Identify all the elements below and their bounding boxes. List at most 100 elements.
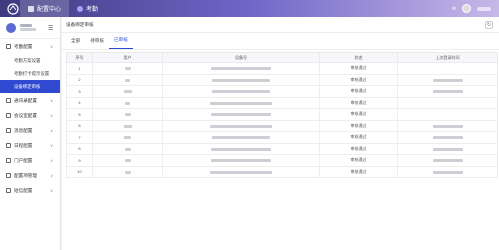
chevron-down-icon: ∨: [50, 113, 53, 118]
col-device: 设备号: [162, 52, 320, 63]
sidebar-item-label: 日程配置: [14, 142, 33, 148]
sidebar-item-label: 配置项管理: [14, 172, 37, 178]
row-device: [162, 165, 320, 178]
chevron-down-icon: ∨: [50, 173, 53, 178]
row-device: [162, 142, 320, 155]
menu-icon: [6, 188, 11, 193]
table-row[interactable]: 9 审核通过: [66, 154, 498, 167]
refresh-icon[interactable]: ↻: [485, 21, 493, 29]
sidebar-group[interactable]: 考勤配置 ∨: [0, 39, 60, 54]
top-right-tools: ✉: [452, 4, 491, 13]
sidebar-group[interactable]: 日程配置 ∨: [0, 138, 60, 153]
table-row[interactable]: 4 审核通过: [66, 96, 498, 109]
app-logo[interactable]: [6, 2, 20, 16]
sidebar-group[interactable]: 通讯录配置 ∨: [0, 93, 60, 108]
row-last-login: [397, 108, 498, 121]
row-last-login: [397, 142, 498, 155]
device-table: 序号 用户 设备号 状态 上次登录时间 1 审核通过 2 审核通过 3 审核通过 4 审核通过…: [66, 52, 498, 178]
row-last-login: [397, 96, 498, 109]
row-last-login: [397, 119, 498, 132]
table-row[interactable]: 3 审核通过: [66, 85, 498, 98]
table-row[interactable]: 10 审核通过: [66, 165, 498, 178]
row-user: [92, 96, 163, 109]
table-row[interactable]: 7 审核通过: [66, 131, 498, 144]
sidebar-group[interactable]: 配置项管理 ∨: [0, 168, 60, 183]
bell-icon[interactable]: ✉: [452, 6, 456, 12]
row-user: [92, 62, 163, 75]
sidebar-item-label: 设备绑定审核: [14, 83, 41, 89]
sidebar-item[interactable]: 考勤打卡提示设置: [0, 67, 60, 80]
row-last-login: [397, 131, 498, 144]
row-status: 审核通过: [319, 108, 398, 121]
table-header: 序号 用户 设备号 状态 上次登录时间: [66, 52, 498, 63]
row-user: [92, 154, 163, 167]
tab-all[interactable]: 全部: [66, 38, 85, 49]
menu-icon: [6, 113, 11, 118]
chevron-down-icon: ∨: [50, 188, 53, 193]
row-device: [162, 154, 320, 167]
row-no: 10: [66, 165, 93, 178]
breadcrumb: 设备绑定审核 ↻: [62, 17, 499, 33]
tab-pending[interactable]: 待审核: [85, 38, 109, 49]
sidebar-item-label: 考勤配置: [14, 43, 33, 49]
tab-label: 考勤: [86, 7, 99, 13]
sidebar-item[interactable]: 设备绑定审核: [0, 80, 60, 93]
chevron-down-icon: ∨: [50, 98, 53, 103]
menu-icon: [6, 158, 11, 163]
row-status: 审核通过: [319, 131, 398, 144]
row-device: [162, 85, 320, 98]
avatar[interactable]: [462, 4, 471, 13]
config-icon: [28, 5, 34, 12]
attendance-icon: [77, 5, 84, 12]
row-no: 5: [66, 108, 93, 121]
user-name: [20, 24, 36, 31]
row-no: 6: [66, 119, 93, 132]
avatar: [6, 22, 16, 33]
row-device: [162, 119, 320, 132]
row-last-login: [397, 85, 498, 98]
row-no: 8: [66, 142, 93, 155]
chevron-down-icon: ∨: [50, 158, 53, 163]
row-device: [162, 73, 320, 86]
user-name-bar[interactable]: [477, 6, 491, 11]
row-last-login: [397, 154, 498, 167]
top-bar: 配置中心 考勤 ✉: [0, 0, 499, 17]
sidebar-item-label: 门户配置: [14, 157, 33, 163]
table-row[interactable]: 2 审核通过: [66, 73, 498, 86]
sidebar-item[interactable]: 考勤方案设置: [0, 54, 60, 67]
row-no: 1: [66, 62, 93, 75]
row-no: 7: [66, 131, 93, 144]
row-no: 4: [66, 96, 93, 109]
row-user: [92, 108, 163, 121]
sidebar-item-label: 消息配置: [14, 127, 33, 133]
main-content: 设备绑定审核 ↻ 全部 待审核 已审核 序号 用户 设备号 状态 上次登录时间 …: [62, 17, 499, 250]
chevron-down-icon: ∨: [50, 44, 53, 49]
row-last-login: [397, 62, 498, 75]
row-last-login: [397, 73, 498, 86]
row-status: 审核通过: [319, 154, 398, 167]
tab-config-center[interactable]: 配置中心: [20, 0, 70, 17]
chevron-down-icon: ∨: [50, 143, 53, 148]
table-row[interactable]: 8 审核通过: [66, 142, 498, 155]
sidebar-group[interactable]: 会议室配置 ∨: [0, 108, 60, 123]
chevron-down-icon: ∨: [50, 128, 53, 133]
row-device: [162, 96, 320, 109]
table-row[interactable]: 6 审核通过: [66, 119, 498, 132]
row-status: 审核通过: [319, 96, 398, 109]
tab-attendance[interactable]: 考勤: [69, 0, 106, 17]
row-user: [92, 85, 163, 98]
sidebar-item-label: 考勤打卡提示设置: [14, 70, 50, 76]
row-status: 审核通过: [319, 119, 398, 132]
sidebar-group[interactable]: 消息配置 ∨: [0, 123, 60, 138]
col-user: 用户: [92, 52, 163, 63]
table-row[interactable]: 1 审核通过: [66, 62, 498, 75]
sidebar-item-label: 短信配置: [14, 187, 33, 193]
row-no: 2: [66, 73, 93, 86]
page-title[interactable]: 设备绑定审核: [66, 22, 94, 28]
menu-toggle-icon[interactable]: ☰: [48, 25, 53, 32]
row-status: 审核通过: [319, 73, 398, 86]
table-row[interactable]: 5 审核通过: [66, 108, 498, 121]
tab-reviewed[interactable]: 已审核: [109, 37, 133, 49]
sidebar-group[interactable]: 短信配置 ∨: [0, 183, 60, 198]
sidebar-group[interactable]: 门户配置 ∨: [0, 153, 60, 168]
